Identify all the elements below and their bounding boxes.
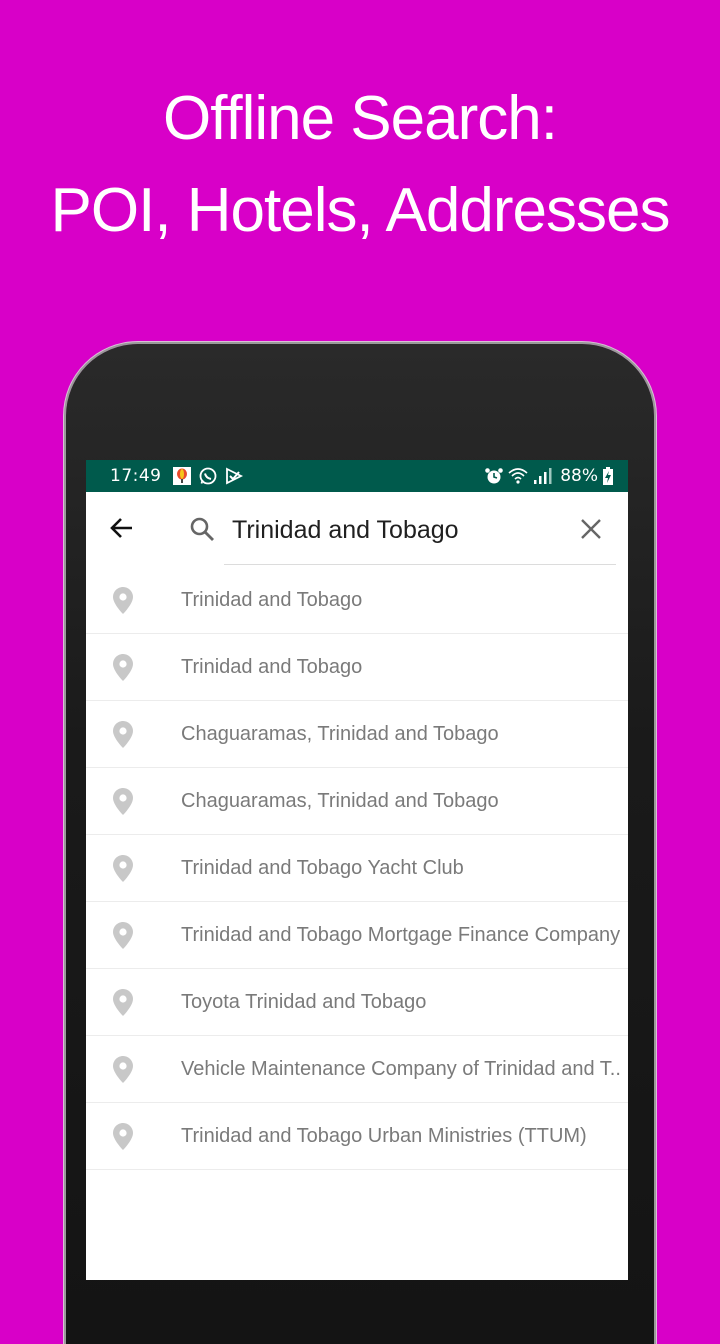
- result-label: Trinidad and Tobago Urban Ministries (TT…: [181, 1125, 587, 1147]
- map-pin-icon: [113, 788, 133, 815]
- map-pin-icon: [113, 1056, 133, 1083]
- clear-search-button[interactable]: [578, 516, 604, 542]
- battery-charging-icon: [602, 467, 614, 485]
- signal-icon: [532, 467, 552, 485]
- result-label: Chaguaramas, Trinidad and Tobago: [181, 723, 499, 745]
- back-button[interactable]: [108, 514, 136, 542]
- status-time: 17:49: [110, 466, 162, 486]
- app-notification-icon: [172, 467, 192, 485]
- map-pin-icon: [113, 855, 133, 882]
- result-item[interactable]: Chaguaramas, Trinidad and Tobago: [86, 701, 628, 768]
- map-pin-icon: [113, 989, 133, 1016]
- map-pin-icon: [113, 721, 133, 748]
- map-pin-icon: [113, 1123, 133, 1150]
- search-input[interactable]: [232, 510, 562, 550]
- result-label: Trinidad and Tobago Mortgage Finance Com…: [181, 924, 621, 946]
- result-item[interactable]: Toyota Trinidad and Tobago: [86, 969, 628, 1036]
- promo-headline-line2: POI, Hotels, Addresses: [50, 176, 671, 245]
- result-item[interactable]: Trinidad and Tobago Urban Ministries (TT…: [86, 1103, 628, 1170]
- search-icon: [190, 517, 214, 541]
- result-item[interactable]: Chaguaramas, Trinidad and Tobago: [86, 768, 628, 835]
- results-list: Trinidad and Tobago Trinidad and Tobago …: [86, 567, 628, 1170]
- search-bar: [86, 492, 628, 565]
- search-underline: [224, 564, 616, 565]
- result-item[interactable]: Trinidad and Tobago: [86, 634, 628, 701]
- result-label: Trinidad and Tobago: [181, 656, 363, 678]
- alarm-icon: [484, 467, 504, 485]
- status-bar: 17:49 88%: [86, 460, 628, 492]
- result-item[interactable]: Trinidad and Tobago Yacht Club: [86, 835, 628, 902]
- result-label: Chaguaramas, Trinidad and Tobago: [181, 790, 499, 812]
- result-label: Trinidad and Tobago: [181, 589, 363, 611]
- phone-screen: 17:49 88% Trinidad and Tobago Trinidad a…: [86, 460, 628, 1280]
- result-item[interactable]: Trinidad and Tobago Mortgage Finance Com…: [86, 902, 628, 969]
- map-pin-icon: [113, 587, 133, 614]
- result-label: Toyota Trinidad and Tobago: [181, 991, 427, 1013]
- result-label: Trinidad and Tobago Yacht Club: [181, 857, 464, 879]
- result-label: Vehicle Maintenance Company of Trinidad …: [181, 1058, 621, 1080]
- battery-percent: 88%: [560, 466, 598, 486]
- close-icon: [581, 519, 601, 539]
- arrow-back-icon: [110, 518, 132, 538]
- result-item[interactable]: Trinidad and Tobago: [86, 567, 628, 634]
- play-check-icon: [224, 467, 244, 485]
- map-pin-icon: [113, 654, 133, 681]
- whatsapp-icon: [198, 467, 218, 485]
- promo-headline-line1: Offline Search:: [163, 84, 558, 153]
- result-item[interactable]: Vehicle Maintenance Company of Trinidad …: [86, 1036, 628, 1103]
- map-pin-icon: [113, 922, 133, 949]
- wifi-icon: [508, 467, 528, 485]
